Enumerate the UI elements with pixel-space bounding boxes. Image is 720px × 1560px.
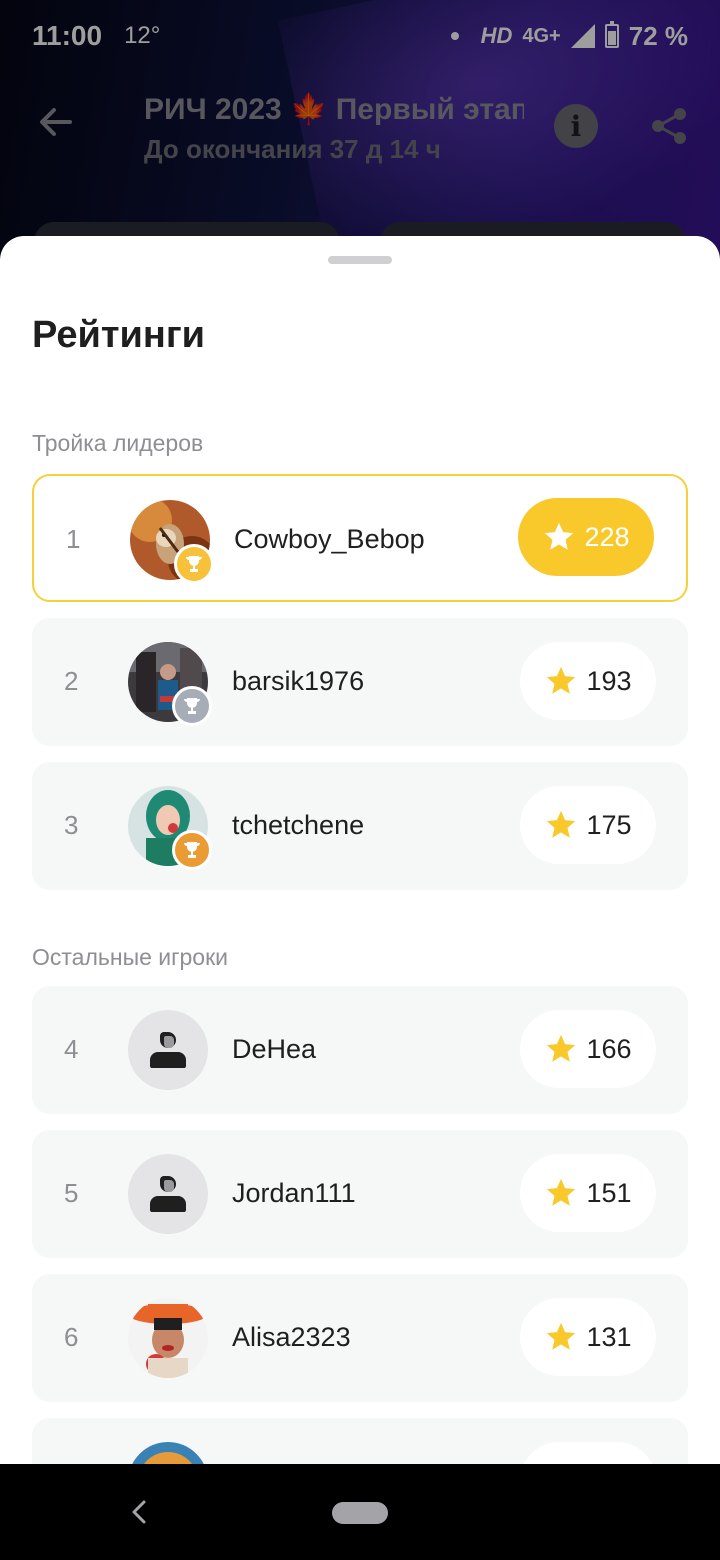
score-badge: 193 — [520, 642, 656, 720]
score-badge: 228 — [518, 498, 654, 576]
rank-number: 3 — [64, 810, 79, 840]
nav-back-icon[interactable] — [128, 1498, 152, 1526]
player-name: tchetchene — [232, 810, 365, 840]
score-value: 228 — [584, 521, 630, 552]
leaderboard-row[interactable]: 6 Alisa2323 131 — [32, 1274, 688, 1402]
star-icon — [547, 1034, 576, 1062]
bronze-trophy-icon — [172, 830, 212, 870]
star-icon — [545, 522, 574, 550]
system-navigation-bar — [0, 1464, 720, 1560]
player-name: Cowboy_Bebop — [234, 524, 425, 554]
leaderboard-row[interactable]: 3 tchetchene 175 — [32, 762, 688, 890]
silver-trophy-icon — [172, 686, 212, 726]
star-icon — [547, 810, 576, 838]
rank-number: 5 — [64, 1178, 79, 1208]
player-name: DeHea — [232, 1034, 317, 1064]
leaderboard-row[interactable] — [32, 1418, 688, 1464]
score-value: 193 — [586, 665, 632, 696]
sheet-drag-handle[interactable] — [328, 256, 392, 264]
gold-trophy-icon — [174, 544, 214, 584]
leaderboard-row[interactable]: 1 Cowboy_Bebop 228 — [32, 474, 688, 602]
player-name: Jordan111 — [232, 1178, 356, 1208]
score-badge: 175 — [520, 786, 656, 864]
nav-home-pill[interactable] — [332, 1502, 388, 1524]
rank-number: 2 — [64, 666, 79, 696]
rank-number: 6 — [64, 1322, 79, 1352]
player-name: Alisa2323 — [232, 1322, 351, 1352]
score-value: 131 — [586, 1321, 632, 1352]
default-avatar-icon — [128, 1010, 208, 1090]
rank-number: 4 — [64, 1034, 79, 1064]
leaderboard-row[interactable]: 2 barsik1976 193 — [32, 618, 688, 746]
others-section-label: Остальные игроки — [32, 944, 229, 970]
score-value: 166 — [586, 1033, 632, 1064]
leaderboard-row[interactable]: 4 DeHea 166 — [32, 986, 688, 1114]
score-value: 151 — [586, 1177, 632, 1208]
score-badge: 151 — [520, 1154, 656, 1232]
rank-number: 1 — [66, 524, 81, 554]
score-badge: 166 — [520, 1010, 656, 1088]
leaders-section-label: Тройка лидеров — [32, 430, 204, 456]
avatar — [128, 1298, 208, 1378]
star-icon — [547, 1322, 576, 1350]
sheet-title: Рейтинги — [32, 314, 206, 356]
score-value: 175 — [586, 809, 632, 840]
ratings-bottom-sheet: Рейтинги Тройка лидеров 1 Cowboy_Bebop 2… — [0, 236, 720, 1464]
star-icon — [547, 666, 576, 694]
score-badge — [520, 1442, 656, 1464]
star-icon — [547, 1178, 576, 1206]
player-name: barsik1976 — [232, 666, 365, 696]
score-badge: 131 — [520, 1298, 656, 1376]
default-avatar-icon — [128, 1154, 208, 1234]
leaderboard-row[interactable]: 5 Jordan111 151 — [32, 1130, 688, 1258]
avatar — [128, 1442, 208, 1464]
